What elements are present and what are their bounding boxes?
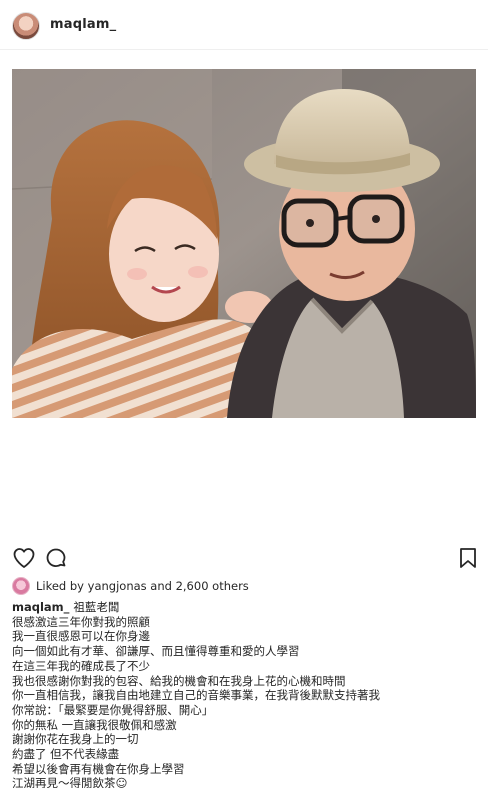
- caption-line: 你常說：「最緊要是你覺得舒服、開心」: [12, 702, 214, 717]
- caption-line: 向一個如此有才華、卻謙厚、而且懂得尊重和愛的人學習: [12, 644, 300, 659]
- liker-avatar[interactable]: [12, 577, 30, 595]
- user-avatar[interactable]: [12, 12, 40, 40]
- caption-line: 我也很感謝你對我的包容、給我的機會和在我身上花的心機和時間: [12, 673, 346, 688]
- heart-icon[interactable]: [12, 546, 36, 570]
- post-actions: [0, 546, 488, 572]
- caption-line: 在這三年我的確成長了不少: [12, 658, 150, 673]
- caption-line: 約盡了 但不代表緣盡: [12, 747, 120, 762]
- caption-text: 祖藍老闆: [73, 600, 120, 614]
- likes-count[interactable]: Liked by yangjonas and 2,600 others: [36, 579, 249, 593]
- post-username[interactable]: maqlam_: [50, 17, 116, 32]
- caption-line: 希望以後會再有機會在你身上學習: [12, 761, 185, 776]
- caption-line: 我一直很感恩可以在你身邊: [12, 629, 150, 644]
- caption-line: 你一直相信我，讓我自由地建立自己的音樂事業，在我背後默默支持著我: [12, 688, 380, 703]
- likes-row: Liked by yangjonas and 2,600 others: [12, 576, 249, 596]
- bookmark-icon[interactable]: [456, 546, 480, 570]
- caption-username[interactable]: maqlam_: [12, 600, 69, 614]
- caption-first-line: maqlam_ 祖藍老闆: [12, 600, 482, 615]
- post-caption: maqlam_ 祖藍老闆 很感激這三年你對我的照顧 我一直很感恩可以在你身邊 向一…: [12, 600, 482, 788]
- caption-line: 江湖再見～得閒飲茶☺: [12, 776, 128, 788]
- post-header: maqlam_: [0, 0, 488, 50]
- post-photo[interactable]: [12, 69, 476, 418]
- comment-icon[interactable]: [44, 546, 68, 570]
- selfie-photo-image: [12, 69, 476, 418]
- caption-line: 謝謝你花在我身上的一切: [12, 732, 139, 747]
- caption-line: 你的無私 一直讓我很敬佩和感激: [12, 717, 177, 732]
- caption-line: 很感激這三年你對我的照顧: [12, 614, 150, 629]
